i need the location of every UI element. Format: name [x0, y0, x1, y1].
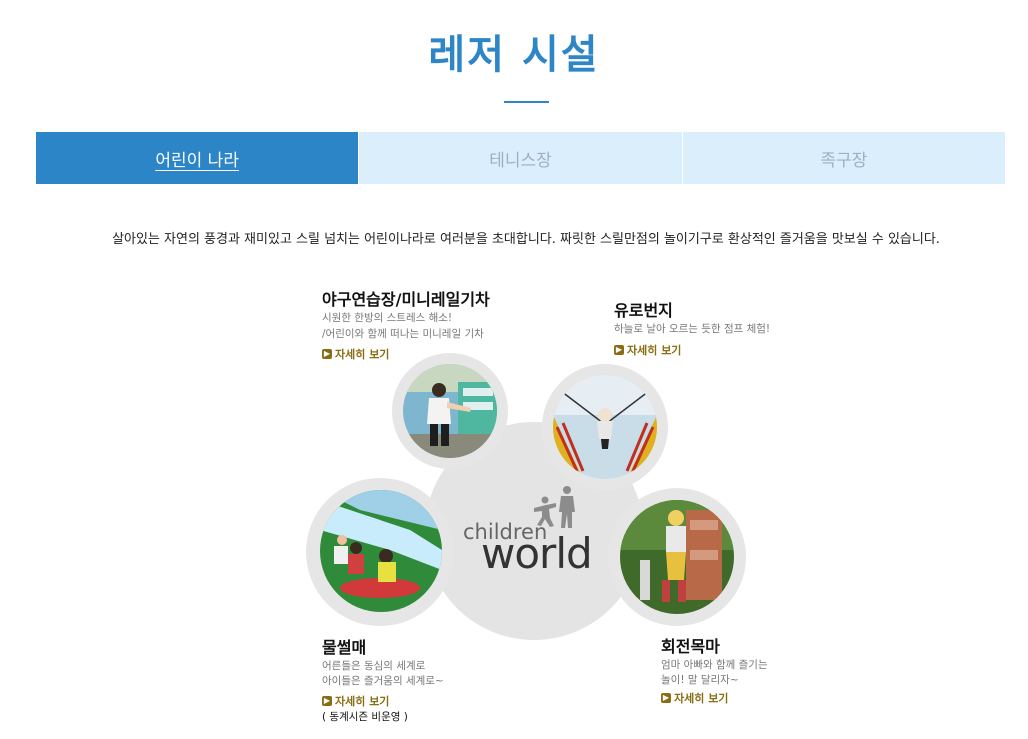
carousel-desc-2: 놀이! 말 달리자~: [661, 674, 739, 686]
bungee-title: 유로번지: [614, 301, 673, 320]
arrow-right-icon: ▶: [322, 696, 332, 706]
baseball-title: 야구연습장/미니레일기차: [322, 290, 490, 309]
arrow-right-icon: ▶: [661, 693, 671, 703]
bungee-more-link[interactable]: ▶ 자세히 보기: [614, 342, 681, 358]
baseball-image: [403, 364, 497, 458]
tab-tennis[interactable]: 테니스장: [359, 132, 683, 184]
sled-title: 물썰매: [322, 638, 367, 657]
carousel-image: [620, 500, 734, 614]
intro-text: 살아있는 자연의 풍경과 재미있고 스릴 넘치는 어린이나라로 여러분을 초대합…: [112, 232, 940, 247]
sled-desc-1: 어른들은 동심의 세계로: [322, 660, 426, 672]
sled-photo[interactable]: [320, 490, 442, 612]
sled-more-label: 자세히 보기: [335, 695, 390, 708]
title-divider: [504, 101, 549, 103]
baseball-more-label: 자세히 보기: [335, 348, 390, 361]
tab-jokgu[interactable]: 족구장: [682, 132, 1005, 184]
baseball-desc-1: 시원한 한방의 스트레스 해소!: [322, 312, 453, 324]
baseball-more-link[interactable]: ▶ 자세히 보기: [322, 346, 389, 362]
carousel-title: 회전목마: [661, 637, 720, 656]
baseball-photo[interactable]: [403, 364, 497, 458]
bungee-image: [553, 375, 657, 479]
baseball-desc-2: /어린이와 함께 떠나는 미니레일 기차: [322, 328, 484, 340]
carousel-desc-1: 엄마 아빠와 함께 즐기는: [661, 659, 768, 671]
sled-desc-2: 아이들은 즐거움의 세계로~: [322, 675, 444, 687]
arrow-right-icon: ▶: [322, 349, 332, 359]
sled-more-link[interactable]: ▶ 자세히 보기: [322, 693, 389, 709]
sled-image: [320, 490, 442, 612]
page-title: 레저 시설: [428, 32, 600, 78]
arrow-right-icon: ▶: [614, 345, 624, 355]
bungee-more-label: 자세히 보기: [627, 344, 682, 357]
bungee-desc-1: 하늘로 날아 오르는 듯한 점프 체험!: [614, 323, 771, 335]
bungee-photo[interactable]: [553, 375, 657, 479]
tab-bar: 어린이 나라 테니스장 족구장: [36, 132, 1005, 184]
sled-season-note: ( 동계시즌 비운영 ): [322, 711, 408, 723]
carousel-photo[interactable]: [620, 500, 734, 614]
carousel-more-link[interactable]: ▶ 자세히 보기: [661, 690, 728, 706]
carousel-more-label: 자세히 보기: [674, 692, 729, 705]
children-world-label-big: world: [481, 529, 593, 578]
tab-kids-world[interactable]: 어린이 나라: [36, 132, 360, 184]
